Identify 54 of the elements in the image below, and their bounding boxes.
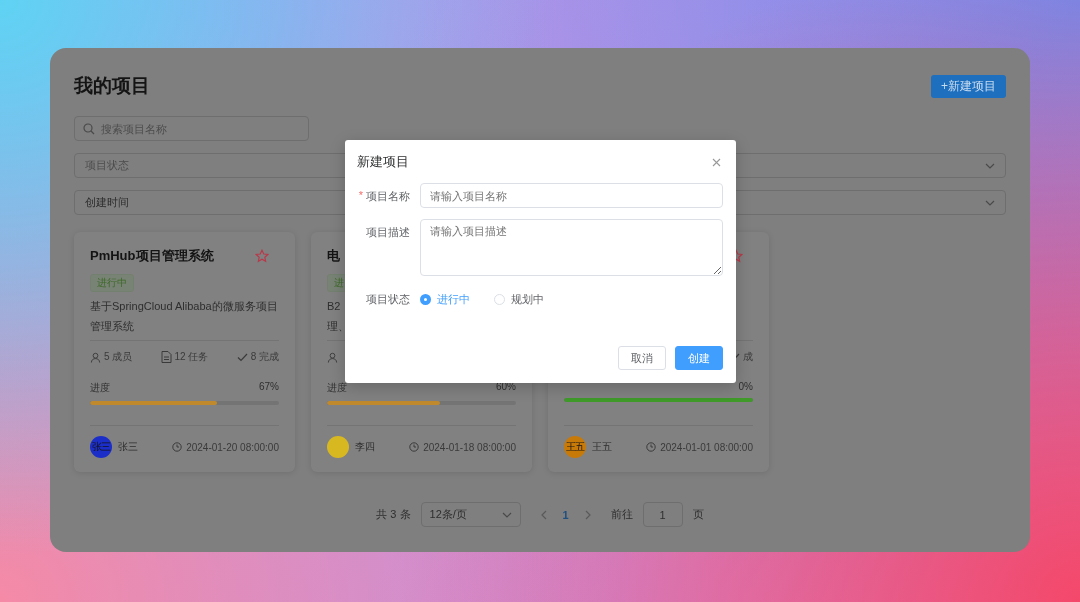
- project-description: 基于SpringCloud Alibaba的微服务项目管理系统: [90, 300, 278, 332]
- project-name-input[interactable]: 请输入项目名称: [420, 183, 723, 208]
- total-count: 共 3 条: [376, 507, 411, 522]
- avatar: 张三: [90, 436, 112, 458]
- field-label: 项目描述: [366, 225, 410, 240]
- clock-icon: [409, 442, 420, 452]
- status-radio[interactable]: 进行中: [420, 292, 470, 307]
- avatar: 王五: [564, 436, 586, 458]
- clock-icon: [646, 442, 657, 452]
- create-button[interactable]: 创建: [675, 346, 723, 370]
- page-size-select[interactable]: 12条/页: [420, 502, 521, 527]
- status-radio[interactable]: 规划中: [494, 292, 544, 307]
- field-label: 项目名称: [366, 189, 410, 204]
- cancel-button[interactable]: 取消: [618, 346, 666, 370]
- status-tag: 进行中: [90, 274, 134, 292]
- star-icon[interactable]: [255, 249, 269, 263]
- owner-name: 王五: [592, 440, 612, 454]
- chevron-down-icon: [501, 511, 512, 518]
- project-title: 电: [327, 247, 340, 265]
- created-date: 2024-01-01 08:00:00: [660, 441, 753, 453]
- required-asterisk: *: [358, 189, 363, 201]
- close-icon[interactable]: [712, 157, 721, 167]
- stat-text: 成: [743, 350, 753, 364]
- dialog-title: 新建项目: [357, 153, 409, 171]
- page-title: 我的项目: [74, 74, 150, 98]
- stat-text: 5 成员: [104, 350, 133, 364]
- goto-label: 前往: [610, 507, 633, 522]
- search-icon: [83, 123, 95, 135]
- stat-text: 12 任务: [174, 350, 209, 364]
- project-title: PmHub项目管理系统: [90, 247, 214, 265]
- field-label: 项目状态: [366, 292, 410, 307]
- progress-reading: 0%: [738, 381, 753, 392]
- project-description-input[interactable]: 请输入项目描述: [420, 219, 723, 276]
- page-input[interactable]: 1: [642, 502, 683, 527]
- clock-icon: [172, 442, 183, 452]
- progress-label: 进度: [327, 381, 347, 395]
- progress-label: 进度: [90, 381, 110, 395]
- progress-reading: 67%: [259, 381, 279, 394]
- document-icon: [160, 351, 172, 363]
- chevron-down-icon: [985, 199, 995, 206]
- created-date: 2024-01-20 08:00:00: [186, 441, 279, 453]
- check-icon: [236, 352, 248, 362]
- page-number[interactable]: 1: [556, 508, 575, 521]
- user-icon: [327, 351, 338, 363]
- new-project-button[interactable]: +新建项目: [931, 74, 1006, 98]
- chevron-left-icon[interactable]: [540, 509, 547, 520]
- page-suffix: 页: [692, 507, 704, 522]
- chevron-right-icon[interactable]: [584, 509, 591, 520]
- chevron-down-icon: [985, 162, 995, 169]
- owner-name: 李四: [355, 440, 375, 454]
- project-description: B2 理、: [327, 300, 349, 332]
- owner-name: 张三: [118, 440, 138, 454]
- user-icon: [90, 351, 101, 363]
- created-date: 2024-01-18 08:00:00: [423, 441, 516, 453]
